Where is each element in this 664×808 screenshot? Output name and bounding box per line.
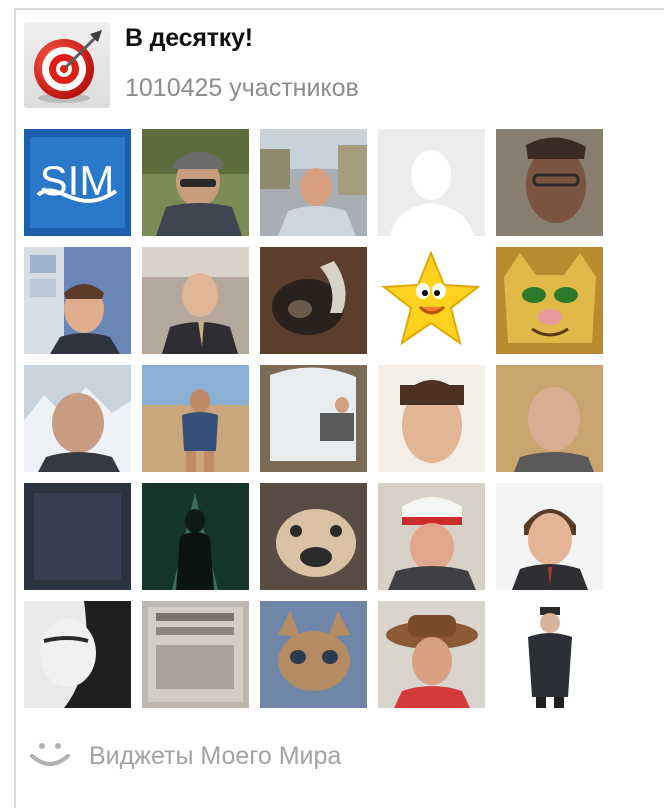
avatar-image [24,247,131,354]
member-avatar[interactable] [496,601,603,708]
widget-footer: Виджеты Моего Мира [24,736,624,776]
member-avatar[interactable] [24,365,131,472]
members-count[interactable]: 1010425 участников [125,74,359,103]
avatar-image [496,365,603,472]
member-avatar[interactable] [24,601,131,708]
avatar-image: SIM [24,129,131,236]
group-title[interactable]: В десятку! [125,24,253,53]
avatar-image [496,129,603,236]
avatar-image [260,247,367,354]
member-avatar[interactable] [142,365,249,472]
member-avatar[interactable] [496,247,603,354]
members-grid: SIM [24,129,604,709]
member-avatar[interactable] [260,483,367,590]
avatar-image [378,247,485,354]
widgets-link[interactable]: Виджеты Моего Мира [89,742,341,771]
member-avatar[interactable] [496,365,603,472]
member-avatar[interactable] [378,601,485,708]
member-avatar[interactable] [496,483,603,590]
avatar-image [496,483,603,590]
smile-icon[interactable] [26,738,74,772]
member-avatar[interactable] [260,247,367,354]
member-avatar[interactable] [24,247,131,354]
member-avatar[interactable] [142,247,249,354]
member-avatar[interactable] [24,483,131,590]
avatar-image [378,483,485,590]
member-avatar[interactable] [378,365,485,472]
avatar-image [24,483,131,590]
member-avatar[interactable] [496,129,603,236]
avatar-image [260,601,367,708]
avatar-image [142,365,249,472]
avatar-image [24,601,131,708]
member-avatar[interactable] [260,129,367,236]
avatar-image [378,365,485,472]
member-avatar[interactable]: SIM [24,129,131,236]
member-avatar[interactable] [378,129,485,236]
avatar-image [260,129,367,236]
target-dart-icon [34,30,102,103]
avatar-image [24,365,131,472]
member-avatar[interactable] [142,129,249,236]
member-avatar[interactable] [142,483,249,590]
avatar-image [378,601,485,708]
avatar-image [142,483,249,590]
member-avatar[interactable] [378,247,485,354]
avatar-image [378,129,485,236]
avatar-image [260,365,367,472]
member-avatar[interactable] [142,601,249,708]
avatar-image [496,601,603,708]
avatar-image [260,483,367,590]
avatar-image [142,129,249,236]
member-avatar[interactable] [378,483,485,590]
member-avatar[interactable] [260,601,367,708]
avatar-image [142,601,249,708]
avatar-image [496,247,603,354]
avatar-image [142,247,249,354]
member-avatar[interactable] [260,365,367,472]
group-logo[interactable] [24,22,110,108]
widget-header: В десятку! 1010425 участников [24,22,624,112]
